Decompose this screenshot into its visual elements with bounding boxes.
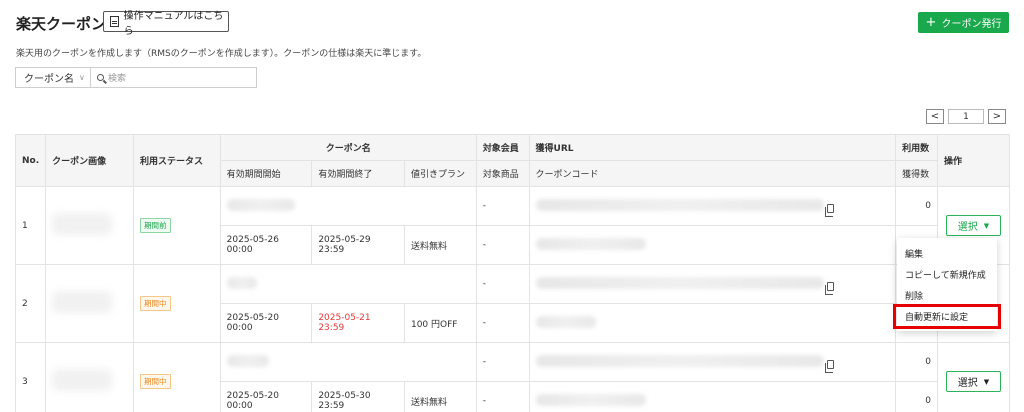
row-no: 3 (14, 342, 47, 412)
header-product: 対象商品 (475, 160, 530, 187)
search-placeholder: 検索 (108, 74, 127, 84)
copy-icon[interactable] (824, 281, 834, 295)
status-cell: 期間前 (133, 186, 221, 265)
member-cell: - (475, 264, 530, 304)
table-row: 2 期間中 - (14, 264, 1011, 343)
product-cell: - (475, 381, 530, 412)
status-badge: 期間前 (140, 218, 171, 233)
header-no: No. (14, 134, 47, 187)
header-start: 有効期間開始 (219, 160, 313, 187)
coupon-image (45, 264, 135, 343)
acquired-cell: 0 (895, 381, 938, 412)
status-cell: 期間中 (133, 264, 221, 343)
plan-cell: 送料無料 (403, 225, 477, 265)
page-description: 楽天用のクーポンを作成します（RMSのクーポンを作成します）。クーポンの仕様は楽… (16, 49, 427, 59)
search-input[interactable]: 検索 (91, 68, 256, 87)
start-cell: 2025-05-20 00:00 (219, 303, 313, 343)
copy-icon[interactable] (824, 359, 834, 373)
page-title: 楽天クーポン (16, 15, 107, 33)
filter-field-select[interactable]: クーポン名 ∨ (16, 68, 91, 87)
document-icon (110, 16, 119, 27)
select-button[interactable]: 選択 ▼ (945, 371, 1001, 392)
status-badge: 期間中 (140, 374, 171, 389)
menu-item-edit[interactable]: 編集 (897, 243, 997, 264)
coupon-name-cell (219, 342, 477, 382)
header-action: 操作 (936, 134, 1011, 187)
coupon-table: No. クーポン画像 利用ステータス クーポン名 対象会員 獲得URL 利用数 … (14, 134, 1011, 412)
menu-item-copy-new[interactable]: コピーして新規作成 (897, 264, 997, 285)
manual-button[interactable]: 操作マニュアルはこちら (103, 11, 229, 37)
coupon-name-cell (219, 264, 477, 304)
header-end: 有効期間終了 (311, 160, 405, 187)
url-cell (528, 186, 897, 226)
end-cell: 2025-05-29 23:59 (311, 225, 405, 265)
search-filter: クーポン名 ∨ 検索 (15, 67, 257, 88)
header-acquired: 獲得数 (895, 160, 938, 187)
header-image: クーポン画像 (45, 134, 135, 187)
code-cell (528, 381, 897, 412)
usage-cell: 0 (895, 186, 938, 226)
status-badge: 期間中 (140, 296, 171, 311)
header-name: クーポン名 (219, 134, 477, 161)
coupon-image (45, 342, 135, 412)
row-no: 2 (14, 264, 47, 343)
plan-cell: 100 円OFF (403, 303, 477, 343)
select-button[interactable]: 選択 ▼ (945, 215, 1001, 236)
pagination: < 1 > (926, 109, 1006, 124)
issue-coupon-button[interactable]: + クーポン発行 (918, 12, 1009, 33)
start-cell: 2025-05-26 00:00 (219, 225, 313, 265)
product-cell: - (475, 225, 530, 265)
header-usage: 利用数 (895, 134, 938, 161)
header-status: 利用ステータス (133, 134, 221, 187)
url-cell (528, 342, 897, 382)
menu-item-auto-renew[interactable]: 自動更新に設定 (893, 304, 1001, 329)
table-row: 3 期間中 - 0 選択 ▼ (14, 342, 1011, 412)
plan-cell: 送料無料 (403, 381, 477, 412)
action-dropdown-menu: 編集 コピーして新規作成 削除 自動更新に設定 (893, 238, 1001, 331)
menu-item-delete[interactable]: 削除 (897, 285, 997, 306)
plus-icon: + (925, 15, 937, 30)
code-cell (528, 225, 897, 265)
filter-field-label: クーポン名 (24, 74, 74, 85)
manual-button-label: 操作マニュアルはこちら (123, 10, 224, 37)
member-cell: - (475, 186, 530, 226)
copy-icon[interactable] (824, 203, 834, 217)
coupon-name-cell (219, 186, 477, 226)
page-number-input[interactable]: 1 (948, 109, 984, 124)
row-no: 1 (14, 186, 47, 265)
url-cell (528, 264, 897, 304)
member-cell: - (475, 342, 530, 382)
chevron-down-icon: ∨ (79, 73, 85, 82)
caret-down-icon: ▼ (983, 221, 990, 230)
issue-coupon-label: クーポン発行 (941, 19, 1002, 30)
header-code: クーポンコード (528, 160, 897, 187)
caret-down-icon: ▼ (983, 377, 990, 386)
search-icon (97, 74, 104, 81)
status-cell: 期間中 (133, 342, 221, 412)
start-cell: 2025-05-20 00:00 (219, 381, 313, 412)
usage-cell: 0 (895, 342, 938, 382)
table-row: 1 期間前 - 0 選択 ▼ (14, 186, 1011, 265)
end-cell: 2025-05-30 23:59 (311, 381, 405, 412)
coupon-image (45, 186, 135, 265)
product-cell: - (475, 303, 530, 343)
header-url: 獲得URL (528, 134, 897, 161)
next-page-button[interactable]: > (988, 109, 1006, 124)
end-cell: 2025-05-21 23:59 (311, 303, 405, 343)
code-cell (528, 303, 897, 343)
prev-page-button[interactable]: < (926, 109, 944, 124)
header-plan: 値引きプラン (403, 160, 477, 187)
action-cell: 選択 ▼ (936, 342, 1011, 412)
header-member: 対象会員 (475, 134, 530, 161)
